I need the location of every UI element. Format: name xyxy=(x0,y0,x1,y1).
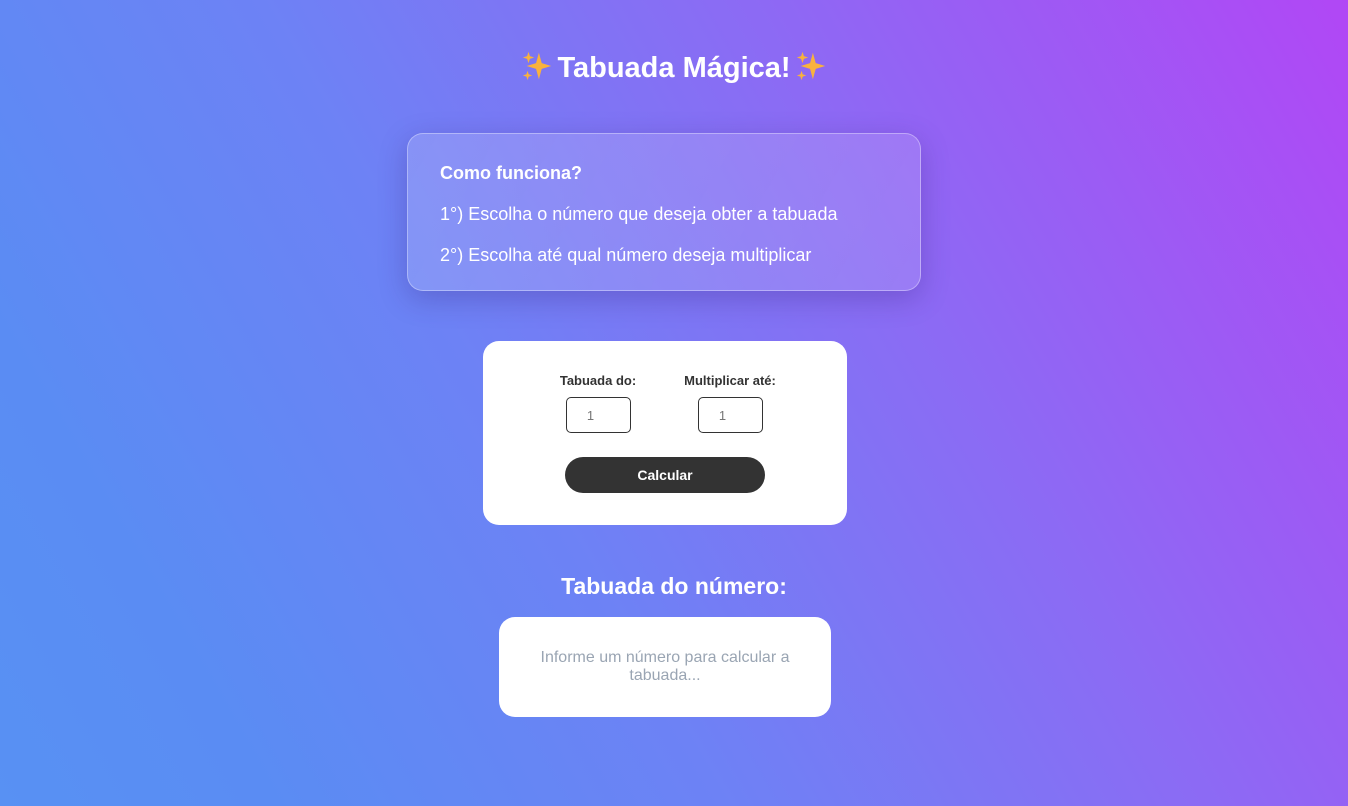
result-card: Informe um número para calcular a tabuad… xyxy=(499,617,831,717)
sparkles-icon xyxy=(523,52,552,81)
multiplicar-field: Multiplicar até: xyxy=(680,373,780,433)
tabuada-input[interactable] xyxy=(565,397,631,433)
multiplicar-label: Multiplicar até: xyxy=(684,373,776,388)
instruction-step-1: 1°) Escolha o número que deseja obter a … xyxy=(440,204,838,224)
calculator-form: Tabuada do: Multiplicar até: Calcular xyxy=(483,341,847,525)
result-placeholder-text: Informe um número para calcular a tabuad… xyxy=(540,649,790,684)
tabuada-field: Tabuada do: xyxy=(555,373,641,433)
result-title: Tabuada do número: xyxy=(561,573,787,599)
tabuada-label: Tabuada do: xyxy=(559,373,637,388)
instructions-title: Como funciona? xyxy=(440,163,582,183)
page-title: Tabuada Mágica! xyxy=(0,48,1348,88)
calcular-button[interactable]: Calcular xyxy=(565,457,765,493)
instruction-step-2: 2°) Escolha até qual número deseja multi… xyxy=(440,245,812,265)
sparkles-icon xyxy=(796,52,825,81)
instructions-card: Como funciona? 1°) Escolha o número que … xyxy=(407,133,921,291)
multiplicar-input[interactable] xyxy=(697,397,763,433)
page-title-text: Tabuada Mágica! xyxy=(557,52,791,84)
